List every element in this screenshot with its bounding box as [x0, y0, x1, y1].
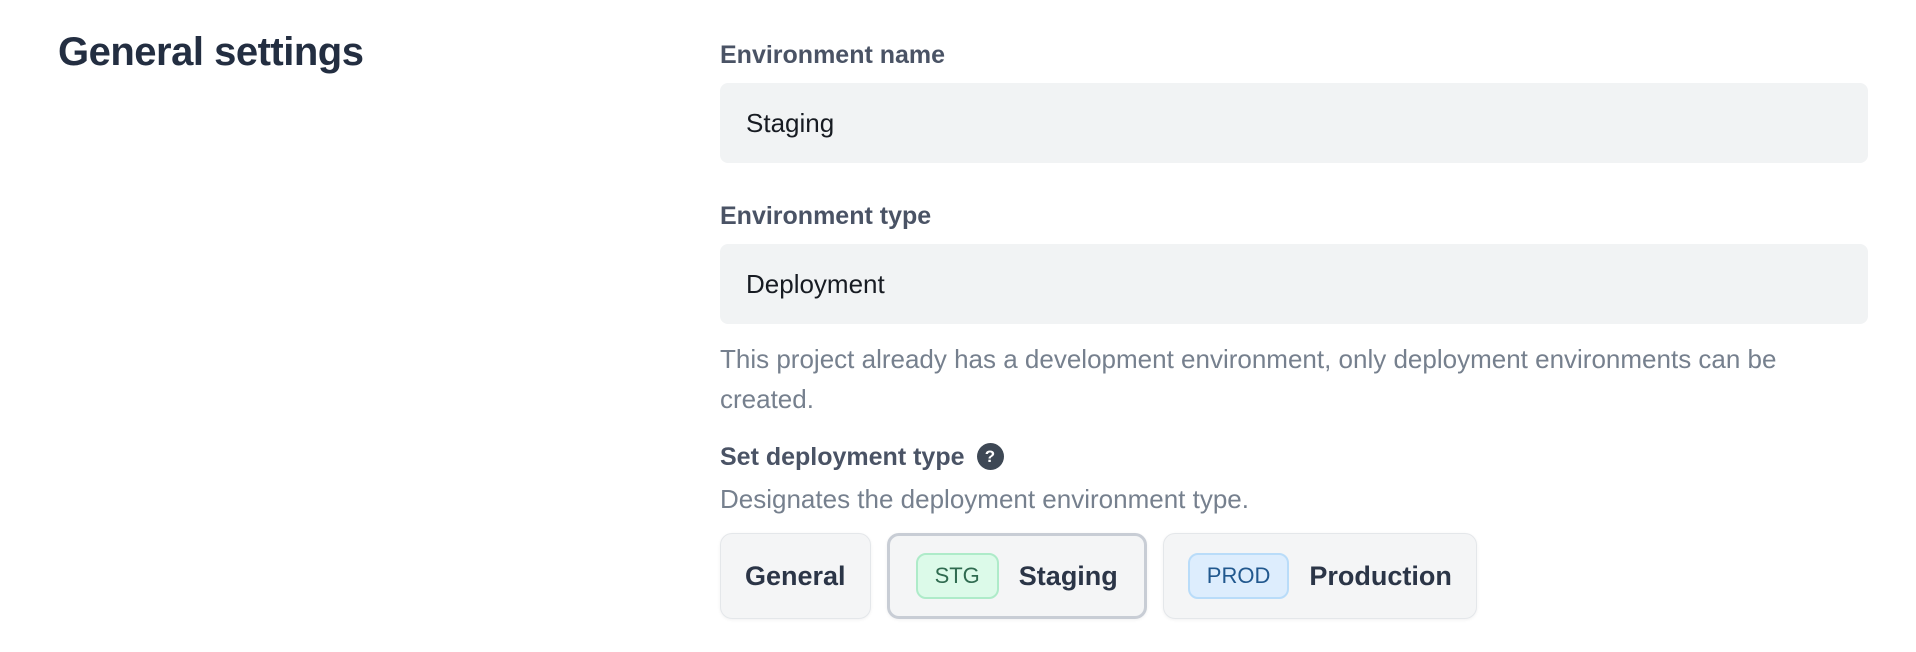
set-deployment-type-label: Set deployment type	[720, 444, 965, 470]
option-label: Production	[1309, 563, 1452, 590]
environment-name-input[interactable]	[720, 83, 1868, 163]
page-title: General settings	[58, 30, 363, 74]
environment-settings-page: General settings Environment name Enviro…	[0, 0, 1916, 652]
question-mark-icon[interactable]: ?	[977, 443, 1004, 470]
environment-type-help-text: This project already has a development e…	[720, 339, 1868, 419]
spacer	[720, 419, 1868, 443]
deployment-type-option-general[interactable]: General	[720, 533, 871, 619]
stg-badge: STG	[916, 553, 999, 599]
deployment-type-options: General STG Staging PROD Production	[720, 533, 1868, 619]
prod-badge: PROD	[1188, 553, 1290, 599]
option-label: General	[745, 563, 846, 590]
deployment-type-description: Designates the deployment environment ty…	[720, 482, 1868, 516]
deployment-type-option-production[interactable]: PROD Production	[1163, 533, 1477, 619]
environment-type-input[interactable]	[720, 244, 1868, 324]
deployment-type-label-row: Set deployment type ?	[720, 443, 1868, 470]
option-label: Staging	[1019, 563, 1118, 590]
spacer	[720, 163, 1868, 203]
environment-type-label: Environment type	[720, 203, 1868, 229]
settings-form: Environment name Environment type This p…	[720, 42, 1868, 619]
environment-name-label: Environment name	[720, 42, 1868, 68]
deployment-type-option-staging[interactable]: STG Staging	[887, 533, 1147, 619]
